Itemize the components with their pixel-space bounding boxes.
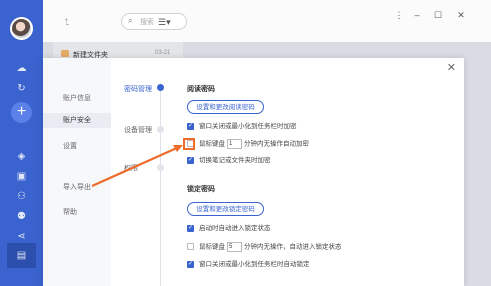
search-input[interactable]: ⌕ 搜索: [121, 13, 187, 30]
image-icon[interactable]: ▣: [15, 170, 28, 183]
close-icon[interactable]: ✕: [455, 9, 467, 21]
read-password-heading: 阅读密码: [187, 86, 215, 93]
minimize-icon[interactable]: –: [411, 9, 423, 21]
settings-dialog: ✕ 账户信息 账户安全 设置 导入导出 帮助 密码管理 设备管理 权限 阅读密码…: [43, 58, 464, 286]
set-read-password-button[interactable]: 设置和更改阅读密码: [187, 100, 264, 114]
add-button[interactable]: +: [11, 102, 32, 123]
sidebar: ☁ ↻ + ◈ ▣ ⚇ ⚉ ⋖ ▤: [0, 0, 43, 286]
users-icon[interactable]: ⚉: [15, 210, 28, 223]
nav-import-export[interactable]: 导入导出: [63, 182, 91, 192]
lock-password-heading: 锁定密码: [187, 186, 215, 193]
nav-account-security[interactable]: 账户安全: [43, 113, 111, 128]
nav-help[interactable]: 帮助: [63, 207, 77, 217]
checkbox-unchecked[interactable]: [187, 243, 194, 250]
cloud-icon[interactable]: ☁: [15, 62, 28, 75]
user-icon[interactable]: ⚇: [15, 190, 28, 203]
app-window: ☁ ↻ + ◈ ▣ ⚇ ⚉ ⋖ ▤ ⮤ ⌕ 搜索 ☰▾ ⋮ – ☐ ✕ 新建文件…: [0, 0, 491, 286]
section-password[interactable]: 密码管理: [124, 84, 152, 94]
share-icon[interactable]: ⋖: [15, 230, 28, 243]
layers-icon[interactable]: ◈: [15, 150, 28, 163]
maximize-icon[interactable]: ☐: [432, 9, 444, 21]
checkbox-checked[interactable]: [187, 121, 194, 131]
section-permissions[interactable]: 权限: [124, 163, 138, 173]
checkbox-checked[interactable]: [187, 223, 194, 233]
checkbox-checked[interactable]: [187, 155, 194, 165]
section-devices[interactable]: 设备管理: [124, 125, 152, 135]
section-dot-active: [157, 84, 164, 91]
section-dot: [157, 126, 164, 133]
idle-minutes-input[interactable]: 1: [227, 139, 242, 149]
settings-nav: 账户信息 账户安全 设置 导入导出 帮助: [43, 58, 111, 286]
dialog-close-icon[interactable]: ✕: [447, 61, 456, 74]
search-icon: ⌕: [128, 16, 133, 25]
section-timeline: [160, 86, 161, 286]
list-sort-icon[interactable]: ☰▾: [158, 16, 171, 28]
back-icon[interactable]: ⮤: [61, 16, 73, 28]
lock-minutes-input[interactable]: 5: [227, 242, 242, 252]
sync-icon[interactable]: ↻: [15, 82, 28, 95]
top-bar: ⮤ ⌕ 搜索 ☰▾ ⋮ – ☐ ✕: [43, 0, 491, 42]
sidebar-item-trash[interactable]: ▤: [7, 243, 36, 268]
nav-settings[interactable]: 设置: [63, 141, 77, 151]
nav-account-info[interactable]: 账户信息: [63, 93, 91, 103]
more-icon[interactable]: ⋮: [393, 9, 405, 21]
annotation-highlight-box: [183, 138, 195, 150]
avatar[interactable]: [10, 17, 33, 40]
trash-icon: ▤: [16, 250, 27, 261]
set-lock-password-button[interactable]: 设置和更改锁定密码: [187, 202, 264, 216]
checkbox-checked[interactable]: [187, 259, 194, 269]
section-dot: [157, 164, 164, 171]
